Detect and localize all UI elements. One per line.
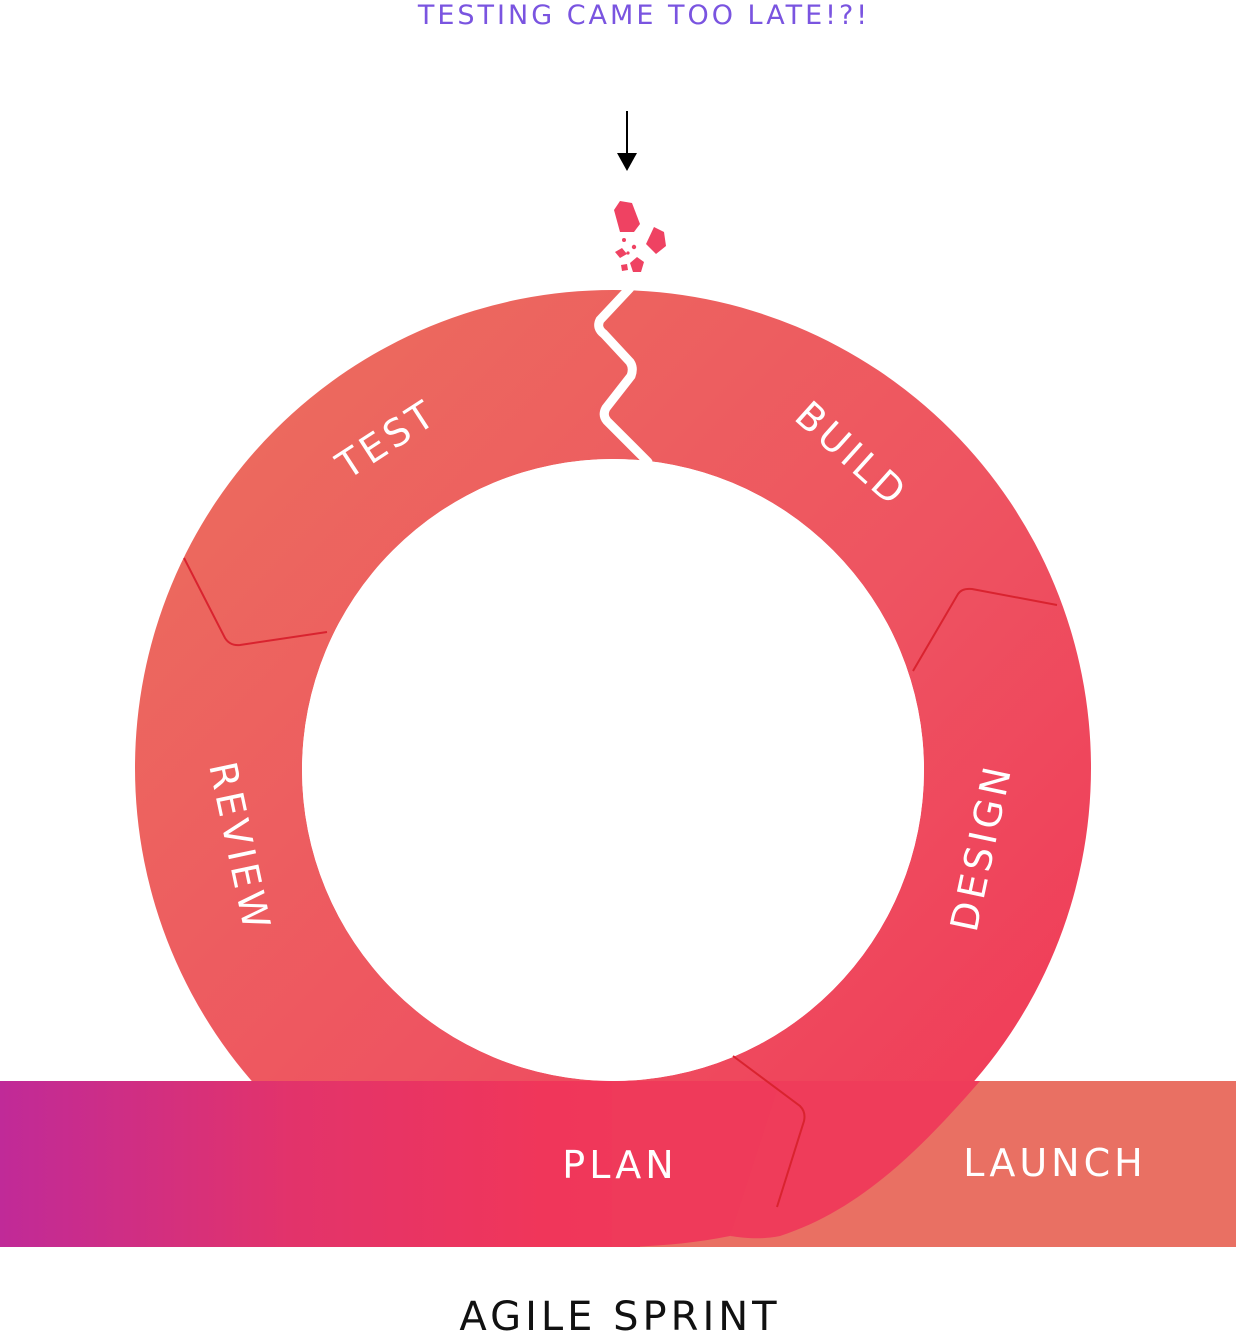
segment-label-launch: LAUNCH — [963, 1141, 1146, 1185]
down-arrow-icon — [617, 111, 637, 171]
diagram-caption: AGILE SPRINT — [459, 1294, 780, 1334]
warning-text: TESTING CAME TOO LATE!?! — [417, 0, 870, 31]
broken-pieces-icon — [614, 201, 666, 272]
segment-label-plan: PLAN — [562, 1143, 677, 1187]
agile-sprint-diagram: TESTING CAME TOO LATE!?! TEST BUILD DESI… — [0, 0, 1236, 1334]
